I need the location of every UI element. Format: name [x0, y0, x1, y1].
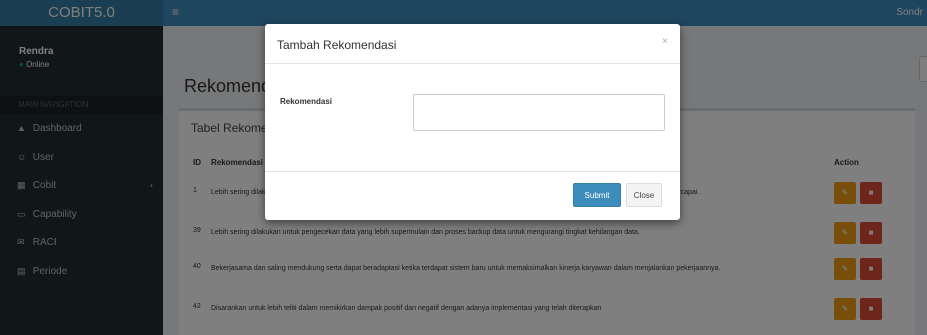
close-icon[interactable]: ×	[662, 36, 668, 47]
modal-title: Tambah Rekomendasi	[277, 38, 397, 52]
modal-header: Tambah Rekomendasi ×	[265, 24, 680, 64]
rekomendasi-label: Rekomendasi	[280, 97, 333, 106]
close-button[interactable]: Close	[626, 183, 662, 207]
rekomendasi-input[interactable]	[413, 94, 665, 131]
submit-button[interactable]: Submit	[573, 183, 621, 207]
add-recommendation-modal: Tambah Rekomendasi × Rekomendasi Submit …	[265, 24, 680, 220]
